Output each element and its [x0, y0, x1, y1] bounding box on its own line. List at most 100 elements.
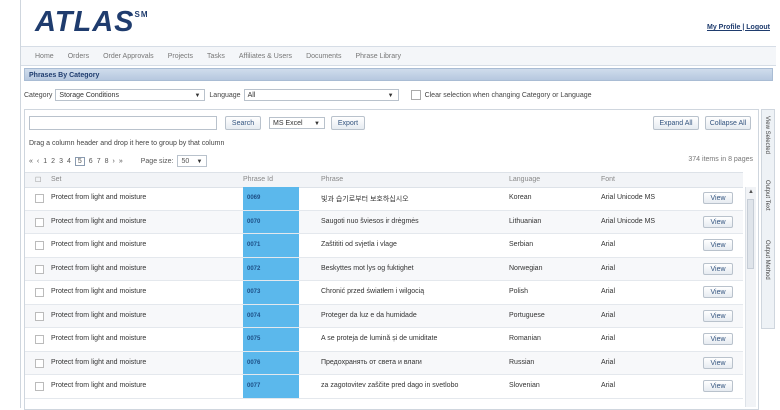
language-value: All: [247, 92, 256, 99]
cell-phrase-id: 0070: [243, 210, 299, 233]
page-link[interactable]: 8: [105, 158, 109, 165]
cell-language: Korean: [509, 194, 532, 201]
view-button[interactable]: View: [703, 286, 733, 298]
cell-phrase: Предохранять от света и влаги: [321, 358, 422, 366]
view-button[interactable]: View: [703, 309, 733, 322]
nav-tasks[interactable]: Tasks: [207, 53, 225, 60]
logo-text: ATLAS: [35, 6, 135, 38]
phrases-panel: Search MS Excel ▼ Export Expand All Coll…: [24, 109, 759, 410]
page-link[interactable]: 6: [89, 158, 93, 165]
view-button[interactable]: View: [703, 262, 733, 275]
view-button[interactable]: View: [703, 215, 733, 228]
search-button[interactable]: Search: [225, 116, 261, 130]
clear-selection-checkbox[interactable]: [410, 90, 421, 100]
table-row[interactable]: Protect from light and moisture 0071 Zaš…: [25, 234, 743, 258]
cell-set: Protect from light and moisture: [51, 241, 147, 248]
page-size-select[interactable]: 50 ▼: [177, 155, 208, 167]
nav-home[interactable]: Home: [35, 53, 54, 60]
profile-logout-links[interactable]: My Profile | Logout: [707, 24, 770, 31]
cell-font: Arial Unicode MS: [601, 217, 656, 225]
clear-selection-label: Clear selection when changing Category o…: [424, 91, 592, 99]
scroll-up-icon[interactable]: ▲: [748, 189, 754, 195]
chevron-down-icon: ▼: [387, 93, 394, 99]
page-link[interactable]: 2: [51, 158, 55, 165]
nav-projects[interactable]: Projects: [168, 53, 193, 60]
table-row[interactable]: Protect from light and moisture 0074 Pro…: [25, 304, 743, 328]
tab-output-method[interactable]: Output Method: [764, 240, 770, 280]
table-row[interactable]: Protect from light and moisture 0070 Sau…: [25, 210, 743, 234]
view-button[interactable]: View: [703, 239, 733, 251]
table-row[interactable]: Protect from light and moisture 0076 Пре…: [25, 351, 743, 375]
cell-phrase-id: 0075: [243, 328, 299, 351]
atlas-logo[interactable]: ATLASSM: [35, 6, 149, 39]
view-button[interactable]: View: [703, 192, 733, 204]
table-row[interactable]: Protect from light and moisture 0077 za …: [25, 375, 743, 399]
language-select[interactable]: All ▼: [243, 89, 399, 101]
col-phrase-id[interactable]: Phrase Id: [243, 176, 273, 183]
table-row[interactable]: Protect from light and moisture 0069 빛과 …: [25, 187, 743, 211]
table-row[interactable]: Protect from light and moisture 0075 A s…: [25, 328, 743, 352]
export-format-select[interactable]: MS Excel ▼: [269, 117, 325, 129]
nav-affiliates-users[interactable]: Affiliates & Users: [239, 53, 292, 60]
page-link[interactable]: 7: [97, 158, 101, 165]
category-select[interactable]: Storage Conditions ▼: [55, 89, 206, 101]
next-page-icon[interactable]: ›: [113, 158, 115, 165]
cell-phrase: Beskyttes mot lys og fuktighet: [321, 264, 414, 272]
first-page-icon[interactable]: «: [29, 158, 33, 165]
cell-phrase: Zaštititi od svjetla i vlage: [321, 241, 397, 248]
col-set[interactable]: Set: [51, 176, 62, 183]
cell-phrase-id: 0069: [243, 187, 299, 210]
cell-font: Arial: [601, 311, 616, 319]
table-row[interactable]: Protect from light and moisture 0073 Chr…: [25, 281, 743, 305]
cell-set: Protect from light and moisture: [51, 335, 147, 342]
nav-phrase-library[interactable]: Phrase Library: [355, 53, 401, 60]
tab-output-text[interactable]: Output Text: [764, 180, 770, 211]
prev-page-icon[interactable]: ‹: [37, 158, 39, 165]
row-checkbox[interactable]: [35, 264, 44, 274]
cell-font: Arial: [601, 335, 616, 342]
last-page-icon[interactable]: »: [119, 158, 123, 165]
row-checkbox[interactable]: [35, 382, 44, 391]
nav-order-approvals[interactable]: Order Approvals: [103, 53, 154, 60]
view-button[interactable]: View: [703, 333, 733, 345]
table-row[interactable]: Protect from light and moisture 0072 Bes…: [25, 257, 743, 281]
view-button[interactable]: View: [703, 380, 733, 392]
collapse-all-button[interactable]: Collapse All: [705, 116, 751, 130]
row-checkbox[interactable]: [35, 194, 44, 203]
cell-phrase-id: 0071: [243, 234, 299, 257]
row-checkbox[interactable]: [35, 358, 44, 368]
main-nav: Home Orders Order Approvals Projects Tas…: [21, 46, 776, 66]
row-checkbox[interactable]: [35, 241, 44, 250]
cell-language: Slovenian: [509, 382, 540, 389]
row-checkbox[interactable]: [35, 288, 44, 297]
items-count: 374 items in 8 pages: [688, 156, 753, 163]
col-phrase[interactable]: Phrase: [321, 176, 343, 183]
row-checkbox[interactable]: [35, 335, 44, 344]
scroll-thumb[interactable]: [747, 199, 754, 269]
expand-all-button[interactable]: Expand All: [653, 116, 699, 130]
tab-view-selected[interactable]: View Selected: [764, 116, 770, 154]
cell-language: Polish: [509, 288, 529, 295]
grid-scrollbar[interactable]: ▲: [745, 187, 756, 407]
nav-documents[interactable]: Documents: [306, 53, 341, 60]
cell-font: Arial: [601, 264, 616, 272]
page-link[interactable]: 3: [59, 158, 63, 165]
view-button[interactable]: View: [703, 356, 733, 369]
cell-language: Russian: [509, 358, 535, 366]
cell-set: Protect from light and moisture: [51, 311, 147, 319]
col-language[interactable]: Language: [509, 176, 540, 183]
category-value: Storage Conditions: [59, 92, 119, 99]
row-checkbox[interactable]: [35, 311, 44, 321]
col-font[interactable]: Font: [601, 176, 615, 183]
page-link[interactable]: 4: [67, 158, 71, 165]
page-link[interactable]: 1: [43, 158, 47, 165]
cell-phrase: Chronić przed światłem i wilgocią: [321, 288, 425, 295]
current-page[interactable]: 5: [74, 156, 85, 166]
cell-set: Protect from light and moisture: [51, 264, 147, 272]
cell-phrase: A se proteja de lumină și de umiditate: [321, 335, 438, 342]
export-button[interactable]: Export: [331, 116, 365, 130]
row-checkbox[interactable]: [35, 217, 44, 227]
nav-orders[interactable]: Orders: [68, 53, 89, 60]
select-all-checkbox[interactable]: ☐: [35, 176, 41, 184]
search-input[interactable]: [29, 116, 217, 130]
